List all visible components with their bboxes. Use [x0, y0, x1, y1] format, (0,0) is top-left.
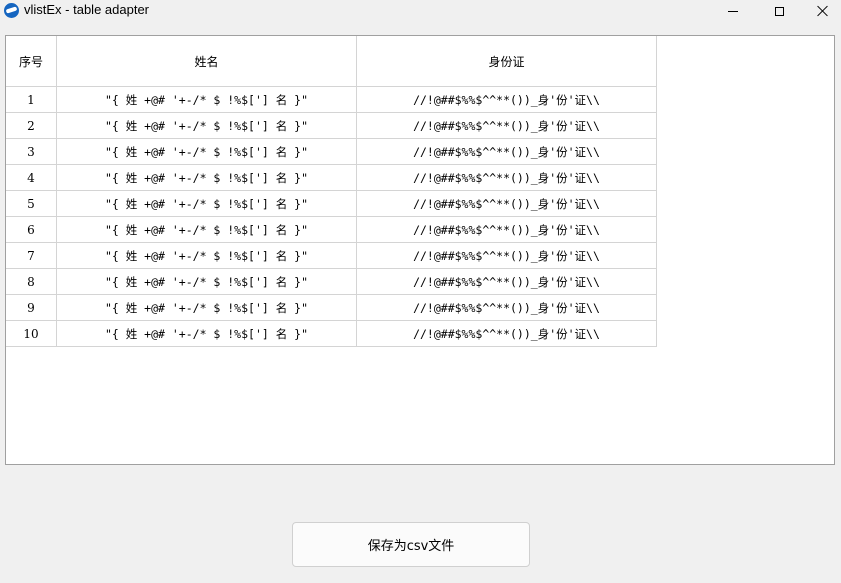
column-header-name[interactable]: 姓名 [57, 36, 357, 87]
table-row[interactable]: 2 "{ 姓 +@# '+-/* $ !%$['] 名 }"//!@##$%%$^… [6, 113, 657, 139]
close-icon [817, 5, 829, 17]
name-cell[interactable]: "{ 姓 +@# '+-/* $ !%$['] 名 }" [57, 165, 357, 191]
table-panel[interactable]: 序号 姓名 身份证 1 "{ 姓 +@# '+-/* $ !%$['] 名 }" /… [5, 35, 835, 465]
row-index-cell[interactable]: 9 [6, 295, 57, 321]
id-cell[interactable]: //!@##$%%$^^**())_身'份'证\\ [357, 243, 657, 269]
id-cell[interactable]: //!@##$%%$^^**())_身'份'证\\ [357, 113, 657, 139]
id-cell[interactable]: //!@##$%%$^^**())_身'份'证\\ [357, 321, 657, 347]
id-cell[interactable]: //!@##$%%$^^**())_身'份'证\\ [357, 165, 657, 191]
minimize-icon [728, 10, 738, 12]
save-csv-button[interactable]: 保存为csv文件 [292, 522, 530, 567]
name-cell[interactable]: "{ 姓 +@# '+-/* $ !%$['] 名 }" [57, 191, 357, 217]
table-row[interactable]: 3 "{ 姓 +@# '+-/* $ !%$['] 名 }"//!@##$%%$^… [6, 139, 657, 165]
row-index-cell[interactable]: 1 [6, 87, 57, 113]
table-row[interactable]: 6 "{ 姓 +@# '+-/* $ !%$['] 名 }"//!@##$%%$^… [6, 217, 657, 243]
maximize-button[interactable] [756, 0, 802, 22]
table-header: 序号 姓名 身份证 [6, 36, 657, 87]
row-index-cell[interactable]: 2 [6, 113, 57, 139]
row-index-cell[interactable]: 4 [6, 165, 57, 191]
id-cell[interactable]: //!@##$%%$^^**())_身'份'证\\ [357, 191, 657, 217]
name-cell[interactable]: "{ 姓 +@# '+-/* $ !%$['] 名 }" [57, 243, 357, 269]
name-cell[interactable]: "{ 姓 +@# '+-/* $ !%$['] 名 }" [57, 295, 357, 321]
name-cell[interactable]: "{ 姓 +@# '+-/* $ !%$['] 名 }" [57, 269, 357, 295]
name-cell[interactable]: "{ 姓 +@# '+-/* $ !%$['] 名 }" [57, 139, 357, 165]
row-index-cell[interactable]: 7 [6, 243, 57, 269]
row-index-cell[interactable]: 3 [6, 139, 57, 165]
row-index-cell[interactable]: 10 [6, 321, 57, 347]
maximize-icon [774, 6, 784, 16]
column-header-index[interactable]: 序号 [6, 36, 57, 87]
table-row[interactable]: 8 "{ 姓 +@# '+-/* $ !%$['] 名 }"//!@##$%%$^… [6, 269, 657, 295]
table-row[interactable]: 1 "{ 姓 +@# '+-/* $ !%$['] 名 }"//!@##$%%$^… [6, 87, 657, 113]
name-cell[interactable]: "{ 姓 +@# '+-/* $ !%$['] 名 }" [57, 321, 357, 347]
table-row[interactable]: 5 "{ 姓 +@# '+-/* $ !%$['] 名 }"//!@##$%%$^… [6, 191, 657, 217]
column-header-id[interactable]: 身份证 [357, 36, 657, 87]
minimize-button[interactable] [710, 0, 756, 22]
row-index-cell[interactable]: 5 [6, 191, 57, 217]
table-row[interactable]: 10 "{ 姓 +@# '+-/* $ !%$['] 名 }"//!@##$%%$… [6, 321, 657, 347]
id-cell[interactable]: //!@##$%%$^^**())_身'份'证\\ [357, 87, 657, 113]
row-index-cell[interactable]: 6 [6, 217, 57, 243]
app-icon [4, 3, 19, 18]
id-cell[interactable]: //!@##$%%$^^**())_身'份'证\\ [357, 295, 657, 321]
title-bar: vlistEx - table adapter [0, 0, 841, 22]
id-cell[interactable]: //!@##$%%$^^**())_身'份'证\\ [357, 269, 657, 295]
id-cell[interactable]: //!@##$%%$^^**())_身'份'证\\ [357, 217, 657, 243]
row-index-cell[interactable]: 8 [6, 269, 57, 295]
table-row[interactable]: 9 "{ 姓 +@# '+-/* $ !%$['] 名 }"//!@##$%%$^… [6, 295, 657, 321]
id-cell[interactable]: //!@##$%%$^^**())_身'份'证\\ [357, 139, 657, 165]
name-cell[interactable]: "{ 姓 +@# '+-/* $ !%$['] 名 }" [57, 217, 357, 243]
table-row[interactable]: 7 "{ 姓 +@# '+-/* $ !%$['] 名 }"//!@##$%%$^… [6, 243, 657, 269]
table-row[interactable]: 4 "{ 姓 +@# '+-/* $ !%$['] 名 }"//!@##$%%$^… [6, 165, 657, 191]
window-title: vlistEx - table adapter [24, 2, 150, 17]
name-cell[interactable]: "{ 姓 +@# '+-/* $ !%$['] 名 }" [57, 87, 357, 113]
close-button[interactable] [800, 0, 841, 22]
name-cell[interactable]: "{ 姓 +@# '+-/* $ !%$['] 名 }" [57, 113, 357, 139]
